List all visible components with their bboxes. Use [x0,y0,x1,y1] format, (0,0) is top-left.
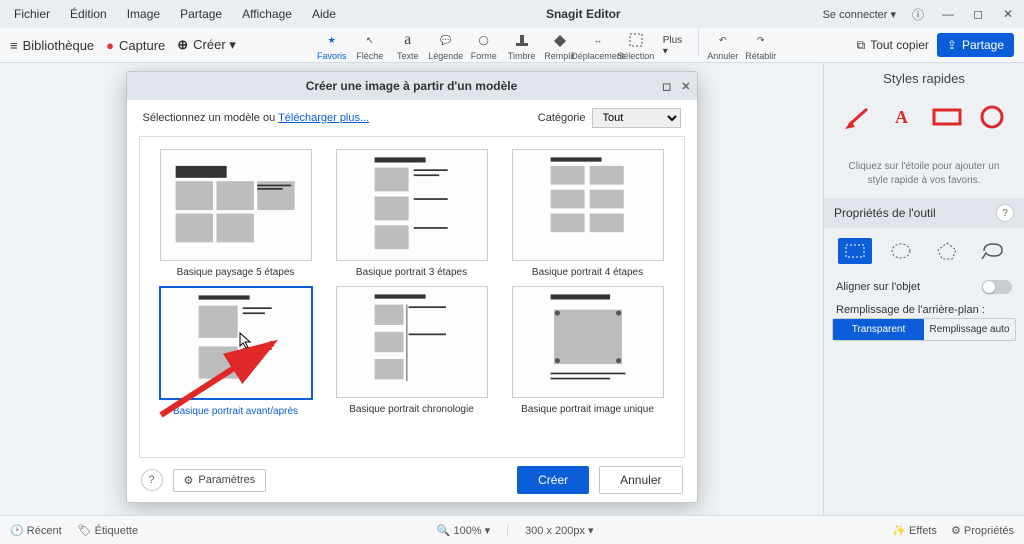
tool-arrow[interactable]: ↖Flèche [352,29,388,61]
menu-share[interactable]: Partage [172,4,230,24]
maximize-button[interactable]: ◻ [968,7,988,21]
template-item[interactable]: Basique portrait chronologie [328,286,496,417]
create-from-template-dialog: Créer une image à partir d'un modèle ◻✕ … [126,71,698,503]
tool-properties-title: Propriétés de l'outil [834,206,936,220]
tool-move[interactable]: ↔Déplacement [580,29,616,61]
copy-all-button[interactable]: ⧉ Tout copier [857,38,929,53]
dialog-maximize-button[interactable]: ◻ [662,80,671,93]
template-item-selected[interactable]: Basique portrait avant/après [152,286,320,417]
properties-help-button[interactable]: ? [996,204,1014,222]
size-control[interactable]: 300 x 200px ▾ [525,524,594,537]
create-button[interactable]: Créer [517,466,589,494]
template-item[interactable]: Basique paysage 5 étapes [152,149,320,278]
fill-transparent[interactable]: Transparent [833,319,924,340]
menu-edit[interactable]: Édition [62,4,115,24]
sel-ellipse[interactable] [884,238,918,264]
mouse-cursor-icon [239,332,253,350]
properties-button[interactable]: ⚙ Propriétés [951,524,1014,537]
fill-label: Remplissage de l'arrière-plan : [824,300,1024,318]
menu-help[interactable]: Aide [304,4,344,24]
quick-style-text[interactable]: A [886,102,918,132]
dialog-close-button[interactable]: ✕ [681,80,690,93]
fill-auto[interactable]: Remplissage auto [924,319,1015,340]
create-button[interactable]: ⊕ Créer ▾ [177,37,236,53]
category-select[interactable]: Tout [592,108,681,128]
quick-styles-title: Styles rapides [824,63,1024,94]
zoom-control[interactable]: 🔍 100% ▾ [437,524,490,537]
sel-rect-solid[interactable] [838,238,872,264]
canvas-area: Créer une image à partir d'un modèle ◻✕ … [0,63,823,515]
category-label: Catégorie [538,112,586,124]
tool-text[interactable]: aTexte [390,29,426,61]
tool-shape[interactable]: ◯Forme [466,29,502,61]
quick-style-arrow[interactable] [841,102,873,132]
capture-button[interactable]: ● Capture [106,38,165,53]
tool-more[interactable]: Plus ▾ [656,29,692,61]
tag-button[interactable]: 🏷 Étiquette [78,524,138,537]
template-list[interactable]: Basique paysage 5 étapes Basique portrai… [139,136,685,458]
align-toggle[interactable] [982,280,1012,294]
share-button[interactable]: ⇪ Partage [937,33,1014,57]
quick-styles-hint: Cliquez sur l'étoile pour ajouter un sty… [824,140,1024,198]
template-item[interactable]: Basique portrait 4 étapes [504,149,672,278]
tool-selection[interactable]: Sélection [618,29,654,61]
sign-in-link[interactable]: Se connecter ▾ [823,8,896,21]
quick-style-rect[interactable] [931,102,963,132]
dialog-title: Créer une image à partir d'un modèle [306,79,518,93]
tool-favorites[interactable]: ★Favoris [314,29,350,61]
library-button[interactable]: ≡ Bibliothèque [10,38,94,53]
cancel-button[interactable]: Annuler [599,466,682,494]
menu-view[interactable]: Affichage [234,4,300,24]
template-item[interactable]: Basique portrait 3 étapes [328,149,496,278]
template-item[interactable]: Basique portrait image unique [504,286,672,417]
tool-stamp[interactable]: Timbre [504,29,540,61]
download-more-link[interactable]: Télécharger plus... [278,112,369,124]
minimize-button[interactable]: — [938,7,958,21]
effects-button[interactable]: ✨ Effets [892,524,937,537]
close-button[interactable]: ✕ [998,7,1018,21]
menu-image[interactable]: Image [119,4,168,24]
menu-file[interactable]: Fichier [6,4,58,24]
settings-button[interactable]: ⚙ Paramètres [173,469,267,492]
tool-callout[interactable]: 💬Légende [428,29,464,61]
align-label: Aligner sur l'objet [836,281,920,293]
recent-button[interactable]: 🕑 Récent [10,524,62,537]
tool-redo[interactable]: ↷Rétablir [743,29,779,61]
info-icon[interactable]: ⓘ [908,6,928,23]
tool-undo[interactable]: ↶Annuler [705,29,741,61]
app-title: Snagit Editor [348,7,819,21]
quick-style-circle[interactable] [976,102,1008,132]
sel-lasso[interactable] [976,238,1010,264]
sel-polygon[interactable] [930,238,964,264]
dialog-help-button[interactable]: ? [141,469,163,491]
